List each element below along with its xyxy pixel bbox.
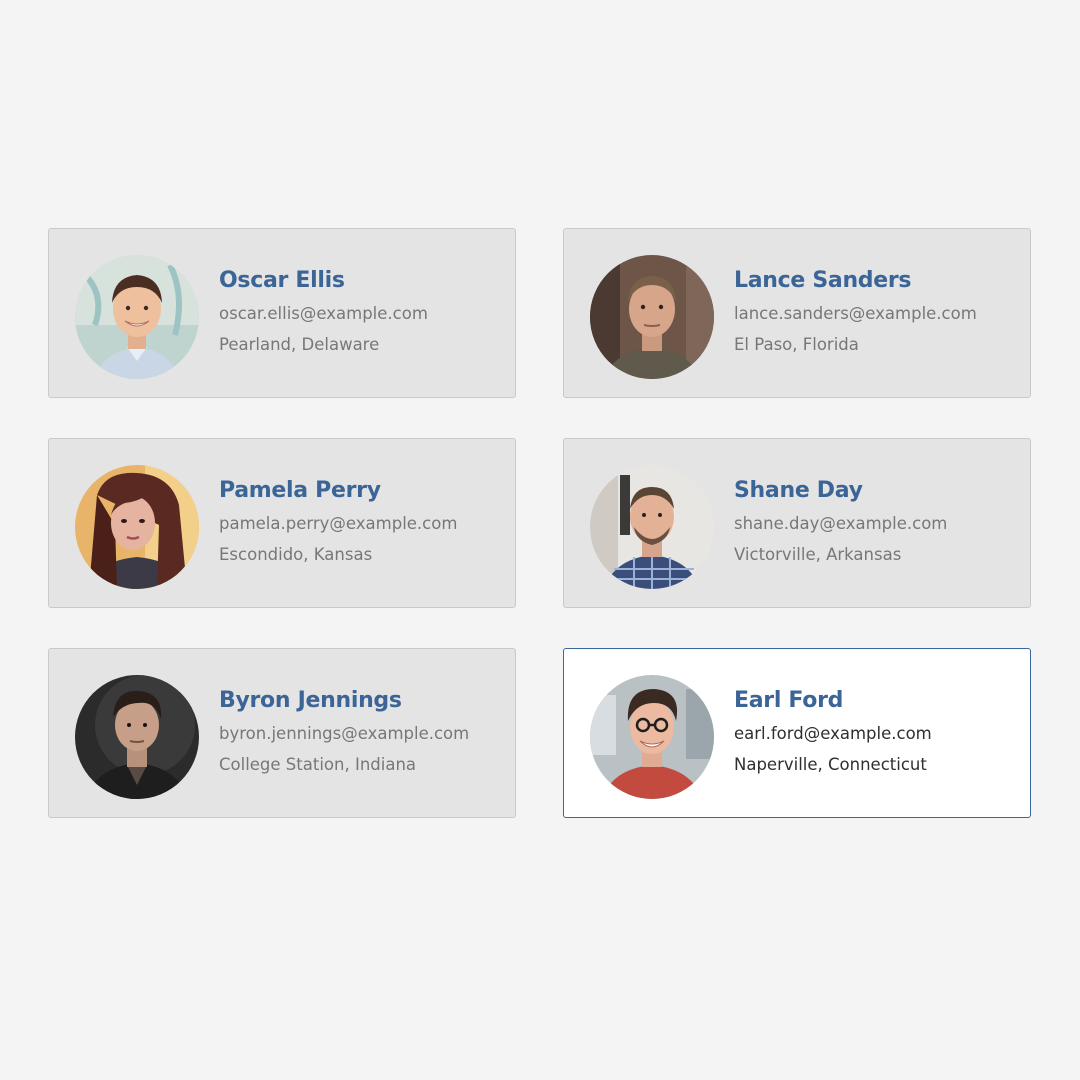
person-photo-icon	[75, 465, 199, 589]
person-photo-icon	[590, 465, 714, 589]
contact-card[interactable]: Pamela Perry pamela.perry@example.com Es…	[48, 438, 516, 608]
contact-name: Pamela Perry	[219, 478, 381, 503]
contact-location: El Paso, Florida	[734, 335, 859, 354]
avatar	[590, 465, 714, 589]
contact-email: shane.day@example.com	[734, 514, 948, 533]
avatar	[590, 255, 714, 379]
contact-info: Lance Sanders lance.sanders@example.com …	[734, 267, 977, 356]
person-photo-icon	[75, 675, 199, 799]
avatar	[75, 255, 199, 379]
contact-info: Oscar Ellis oscar.ellis@example.com Pear…	[219, 267, 428, 356]
contact-info: Earl Ford earl.ford@example.com Napervil…	[734, 687, 932, 776]
contact-name: Lance Sanders	[734, 268, 912, 293]
person-photo-icon	[590, 255, 714, 379]
contact-card[interactable]: Oscar Ellis oscar.ellis@example.com Pear…	[48, 228, 516, 398]
contact-name: Shane Day	[734, 478, 863, 503]
contact-name: Byron Jennings	[219, 688, 402, 713]
contact-email: earl.ford@example.com	[734, 724, 932, 743]
contact-name: Oscar Ellis	[219, 268, 345, 293]
contact-info: Byron Jennings byron.jennings@example.co…	[219, 687, 469, 776]
avatar	[75, 465, 199, 589]
contact-location: College Station, Indiana	[219, 755, 417, 774]
person-photo-icon	[590, 675, 714, 799]
contact-name: Earl Ford	[734, 688, 844, 713]
avatar	[590, 675, 714, 799]
contact-card[interactable]: Lance Sanders lance.sanders@example.com …	[563, 228, 1031, 398]
avatar	[75, 675, 199, 799]
contact-info: Pamela Perry pamela.perry@example.com Es…	[219, 477, 457, 566]
contact-card-selected[interactable]: Earl Ford earl.ford@example.com Napervil…	[563, 648, 1031, 818]
contact-location: Escondido, Kansas	[219, 545, 373, 564]
contact-card[interactable]: Byron Jennings byron.jennings@example.co…	[48, 648, 516, 818]
contact-email: byron.jennings@example.com	[219, 724, 470, 743]
contact-email: lance.sanders@example.com	[734, 304, 977, 323]
contact-card-grid: Oscar Ellis oscar.ellis@example.com Pear…	[48, 228, 1031, 818]
person-photo-icon	[75, 255, 199, 379]
contact-location: Victorville, Arkansas	[734, 545, 902, 564]
contact-location: Naperville, Connecticut	[734, 755, 927, 774]
contact-info: Shane Day shane.day@example.com Victorvi…	[734, 477, 947, 566]
contact-email: pamela.perry@example.com	[219, 514, 458, 533]
contact-email: oscar.ellis@example.com	[219, 304, 428, 323]
contact-location: Pearland, Delaware	[219, 335, 380, 354]
contact-card[interactable]: Shane Day shane.day@example.com Victorvi…	[563, 438, 1031, 608]
